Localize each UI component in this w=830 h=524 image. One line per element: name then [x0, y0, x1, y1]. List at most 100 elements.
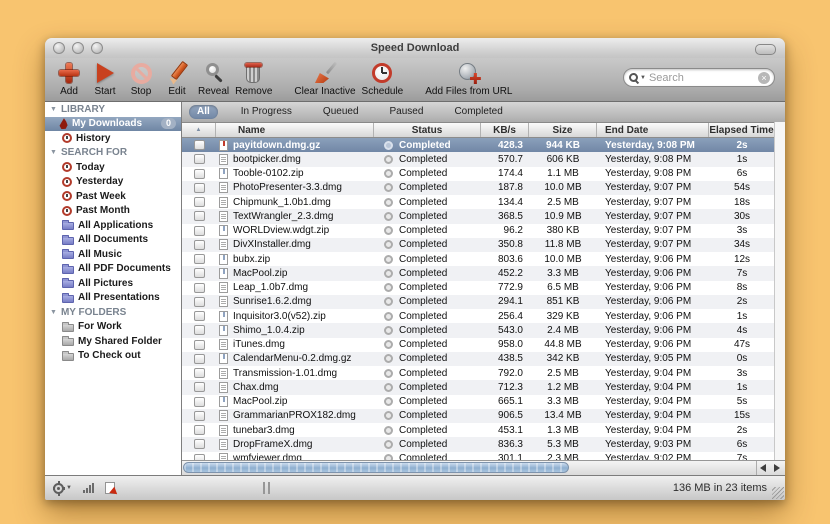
table-row[interactable]: Inquisitor3.0(v52).zip Completed 256.4 329 … [182, 309, 785, 324]
table-row[interactable]: Tooble-0102.zip Completed 174.4 1.1 MB Yeste… [182, 166, 785, 181]
sidebar-item-all-music[interactable]: All Music [45, 247, 181, 262]
filter-tab-completed[interactable]: Completed [446, 105, 510, 119]
row-checkbox[interactable] [193, 154, 205, 165]
row-checkbox[interactable] [193, 339, 205, 350]
zoom-window-icon[interactable] [91, 42, 103, 54]
remove-button[interactable]: Remove [232, 59, 275, 98]
sidebar-item-past-week[interactable]: Past Week [45, 189, 181, 204]
filter-tab-in-progress[interactable]: In Progress [233, 105, 300, 119]
minimize-window-icon[interactable] [72, 42, 84, 54]
table-row[interactable]: wmfviewer.dmg Completed 301.1 2.3 MB Yesterd… [182, 451, 785, 460]
table-row[interactable]: DivXInstaller.dmg Completed 350.8 11.8 MB Ye… [182, 237, 785, 252]
add-button[interactable]: Add [51, 59, 87, 98]
table-row[interactable]: Chax.dmg Completed 712.3 1.2 MB Yesterday, 9… [182, 380, 785, 395]
sidebar-item-all-applications[interactable]: All Applications [45, 218, 181, 233]
sidebar-item-to-check-out[interactable]: To Check out [45, 349, 181, 364]
search-clear-icon[interactable]: × [758, 71, 770, 84]
sidebar-item-today[interactable]: Today [45, 160, 181, 175]
table-row[interactable]: DropFrameX.dmg Completed 836.3 5.3 MB Yester… [182, 437, 785, 452]
add-files-from-url-button[interactable]: Add Files from URL [422, 59, 515, 98]
reveal-magnifier-icon[interactable] [384, 368, 393, 378]
row-checkbox[interactable] [193, 197, 205, 208]
pane-splitter-handle[interactable] [263, 482, 270, 494]
table-row[interactable]: TextWrangler_2.3.dmg Completed 368.5 10.9 M… [182, 209, 785, 224]
reveal-magnifier-icon[interactable] [384, 397, 393, 407]
row-checkbox[interactable] [193, 282, 205, 293]
search-scope-chevron-icon[interactable]: ▼ [640, 75, 646, 81]
reveal-magnifier-icon[interactable] [384, 268, 393, 278]
title-bar[interactable]: Speed Download [45, 38, 785, 58]
table-row[interactable]: Chipmunk_1.0b1.dmg Completed 134.4 2.5 MB Ye… [182, 195, 785, 210]
row-checkbox[interactable] [193, 268, 205, 279]
reveal-magnifier-icon[interactable] [384, 311, 393, 321]
table-row[interactable]: tunebar3.dmg Completed 453.1 1.3 MB Yesterda… [182, 423, 785, 438]
column-header-name[interactable]: Name [216, 123, 374, 137]
disclosure-triangle-icon[interactable]: ▼ [50, 106, 57, 113]
reveal-magnifier-icon[interactable] [384, 240, 393, 250]
row-checkbox[interactable] [193, 296, 205, 307]
reveal-magnifier-icon[interactable] [384, 183, 393, 193]
close-window-icon[interactable] [53, 42, 65, 54]
row-checkbox[interactable] [193, 410, 205, 421]
reveal-magnifier-icon[interactable] [384, 197, 393, 207]
start-button[interactable]: Start [87, 59, 123, 98]
row-checkbox[interactable] [193, 382, 205, 393]
column-header-size[interactable]: Size [529, 123, 597, 137]
row-checkbox[interactable] [193, 311, 205, 322]
reveal-magnifier-icon[interactable] [384, 211, 393, 221]
horizontal-scrollbar-thumb[interactable] [183, 462, 569, 473]
action-menu-button[interactable]: ▼ [53, 480, 72, 494]
sidebar-item-my-downloads[interactable]: My Downloads 0 [45, 116, 181, 131]
reveal-magnifier-icon[interactable] [384, 439, 393, 449]
table-row[interactable]: MacPool.zip Completed 452.2 3.3 MB Yesterday… [182, 266, 785, 281]
sidebar-item-all-presentations[interactable]: All Presentations [45, 291, 181, 306]
column-header-kbs[interactable]: KB/s [481, 123, 529, 137]
table-row[interactable]: Shimo_1.0.4.zip Completed 543.0 2.4 MB Yeste… [182, 323, 785, 338]
scroll-right-arrow-icon[interactable] [774, 464, 780, 472]
reveal-magnifier-icon[interactable] [384, 154, 393, 164]
reveal-magnifier-icon[interactable] [384, 325, 393, 335]
resize-grip-icon[interactable] [772, 487, 784, 499]
sidebar-item-my-shared-folder[interactable]: My Shared Folder [45, 334, 181, 349]
table-row[interactable]: MacPool.zip Completed 665.1 3.3 MB Yesterday… [182, 394, 785, 409]
schedule-button[interactable]: Schedule [359, 59, 407, 98]
sidebar-item-all-pdf-documents[interactable]: All PDF Documents [45, 262, 181, 277]
statistics-bars-icon[interactable] [82, 483, 94, 493]
table-row[interactable]: iTunes.dmg Completed 958.0 44.8 MB Yesterday… [182, 337, 785, 352]
row-checkbox[interactable] [193, 211, 205, 222]
column-header-checkbox-sort[interactable] [182, 123, 216, 137]
row-checkbox[interactable] [193, 182, 205, 193]
row-checkbox[interactable] [193, 325, 205, 336]
sidebar-item-past-month[interactable]: Past Month [45, 204, 181, 219]
row-checkbox[interactable] [193, 140, 205, 151]
disclosure-triangle-icon[interactable]: ▼ [50, 309, 57, 316]
row-checkbox[interactable] [193, 368, 205, 379]
sidebar-item-yesterday[interactable]: Yesterday [45, 175, 181, 190]
reveal-magnifier-icon[interactable] [384, 382, 393, 392]
table-row[interactable]: WORLDview.wdgt.zip Completed 96.2 380 KB Yes… [182, 223, 785, 238]
sidebar-item-history[interactable]: History [45, 131, 181, 146]
table-row[interactable]: GrammarianPROX182.dmg Completed 906.5 13.4 … [182, 408, 785, 423]
row-checkbox[interactable] [193, 425, 205, 436]
filter-tab-paused[interactable]: Paused [382, 105, 432, 119]
table-row[interactable]: Transmission-1.01.dmg Completed 792.0 2.5 M… [182, 366, 785, 381]
reveal-magnifier-icon[interactable] [384, 169, 393, 179]
filter-tab-all[interactable]: All [189, 105, 218, 119]
column-header-status[interactable]: Status [374, 123, 481, 137]
reveal-magnifier-icon[interactable] [384, 354, 393, 364]
table-row[interactable]: CalendarMenu-0.2.dmg.gz Completed 438.5 342… [182, 351, 785, 366]
stop-button[interactable]: Stop [123, 59, 159, 98]
reveal-magnifier-icon[interactable] [384, 254, 393, 264]
column-header-elapsed-time[interactable]: Elapsed Time [709, 123, 775, 137]
horizontal-scrollbar[interactable] [182, 460, 785, 475]
reveal-magnifier-icon[interactable] [384, 283, 393, 293]
sidebar-item-all-documents[interactable]: All Documents [45, 233, 181, 248]
toolbar-toggle-icon[interactable] [755, 44, 776, 55]
filter-tab-queued[interactable]: Queued [315, 105, 367, 119]
reveal-magnifier-icon[interactable] [384, 226, 393, 236]
clear-inactive-button[interactable]: Clear Inactive [291, 59, 358, 98]
reveal-magnifier-icon[interactable] [384, 411, 393, 421]
row-checkbox[interactable] [193, 396, 205, 407]
scroll-left-arrow-icon[interactable] [760, 464, 766, 472]
row-checkbox[interactable] [193, 168, 205, 179]
